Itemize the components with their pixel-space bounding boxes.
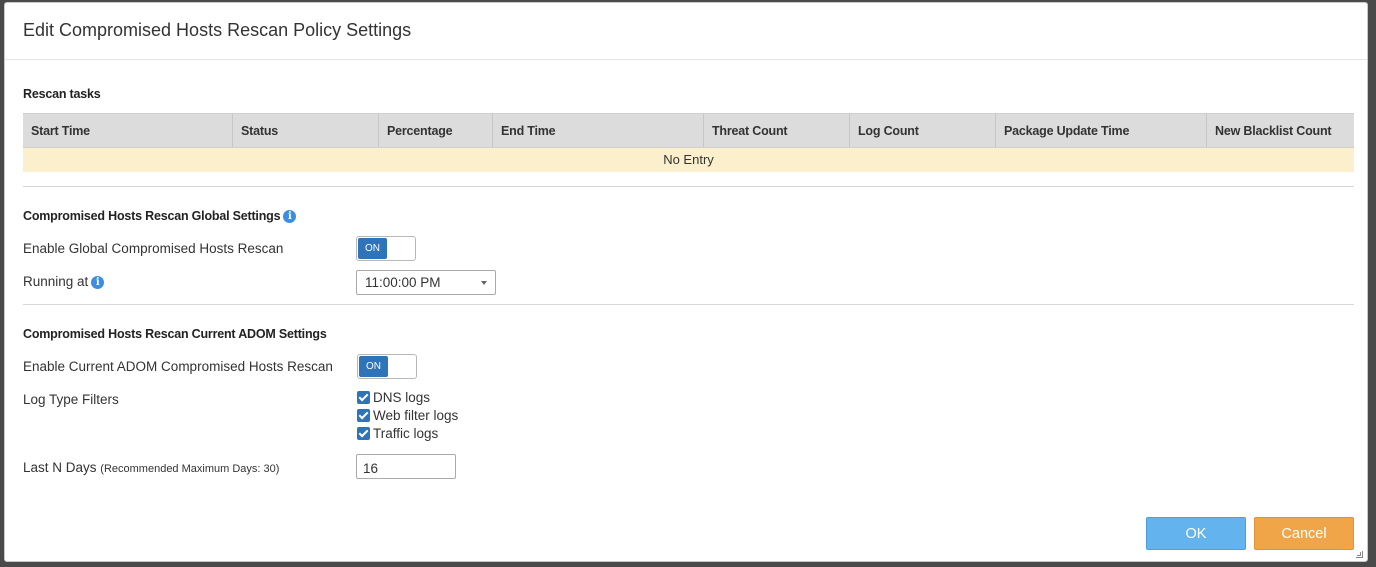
last-n-days-label: Last N Days (Recommended Maximum Days: 3… — [23, 460, 279, 475]
rescan-policy-dialog: Edit Compromised Hosts Rescan Policy Set… — [4, 2, 1368, 562]
column-package-update-time[interactable]: Package Update Time — [996, 114, 1207, 147]
empty-row: No Entry — [23, 148, 1354, 172]
last-n-days-hint: (Recommended Maximum Days: 30) — [100, 463, 280, 475]
checkbox-dns-logs[interactable]: DNS logs — [357, 390, 430, 405]
column-log-count[interactable]: Log Count — [850, 114, 996, 147]
checkbox-checked-icon[interactable] — [357, 391, 370, 404]
enable-adom-label: Enable Current ADOM Compromised Hosts Re… — [23, 359, 333, 374]
column-new-blacklist-count[interactable]: New Blacklist Count — [1207, 114, 1354, 147]
toggle-on-indicator: ON — [358, 238, 387, 259]
checkbox-label: Traffic logs — [373, 426, 439, 441]
running-at-label-text: Running at — [23, 274, 89, 289]
column-status[interactable]: Status — [233, 114, 379, 147]
column-start-time[interactable]: Start Time — [23, 114, 233, 147]
checkbox-web-filter-logs[interactable]: Web filter logs — [357, 408, 458, 423]
enable-global-label: Enable Global Compromised Hosts Rescan — [23, 241, 284, 256]
enable-global-toggle[interactable]: ON — [356, 236, 416, 261]
column-end-time[interactable]: End Time — [493, 114, 704, 147]
info-icon[interactable]: i — [91, 275, 105, 289]
resize-handle-icon[interactable] — [1356, 551, 1363, 558]
global-settings-title-text: Compromised Hosts Rescan Global Settings — [23, 209, 281, 223]
checkbox-traffic-logs[interactable]: Traffic logs — [357, 426, 438, 441]
checkbox-checked-icon[interactable] — [357, 427, 370, 440]
last-n-days-input[interactable] — [356, 454, 456, 479]
checkbox-checked-icon[interactable] — [357, 409, 370, 422]
column-threat-count[interactable]: Threat Count — [704, 114, 850, 147]
checkbox-label: DNS logs — [373, 390, 431, 405]
table-header: Start Time Status Percentage End Time Th… — [23, 113, 1354, 148]
info-icon[interactable]: i — [283, 210, 297, 224]
column-percentage[interactable]: Percentage — [379, 114, 493, 147]
running-at-select[interactable]: 11:00:00 PM — [356, 270, 496, 295]
running-at-label: Running at i — [23, 274, 105, 289]
enable-adom-toggle[interactable]: ON — [357, 354, 417, 379]
checkbox-label: Web filter logs — [373, 408, 459, 423]
rescan-tasks-title: Rescan tasks — [23, 87, 101, 101]
last-n-days-label-text: Last N Days — [23, 460, 97, 475]
dialog-header: Edit Compromised Hosts Rescan Policy Set… — [5, 3, 1367, 60]
adom-settings-title: Compromised Hosts Rescan Current ADOM Se… — [23, 327, 327, 341]
toggle-on-indicator: ON — [359, 356, 388, 377]
section-divider — [23, 186, 1354, 187]
ok-button[interactable]: OK — [1146, 517, 1246, 550]
dialog-title: Edit Compromised Hosts Rescan Policy Set… — [23, 20, 412, 40]
cancel-button[interactable]: Cancel — [1254, 517, 1354, 550]
rescan-tasks-table: Start Time Status Percentage End Time Th… — [23, 113, 1354, 172]
running-at-value: 11:00:00 PM — [365, 275, 441, 290]
chevron-down-icon — [481, 281, 487, 285]
log-type-filters-label: Log Type Filters — [23, 392, 119, 407]
global-settings-title: Compromised Hosts Rescan Global Settings… — [23, 209, 297, 224]
section-divider — [23, 304, 1354, 305]
